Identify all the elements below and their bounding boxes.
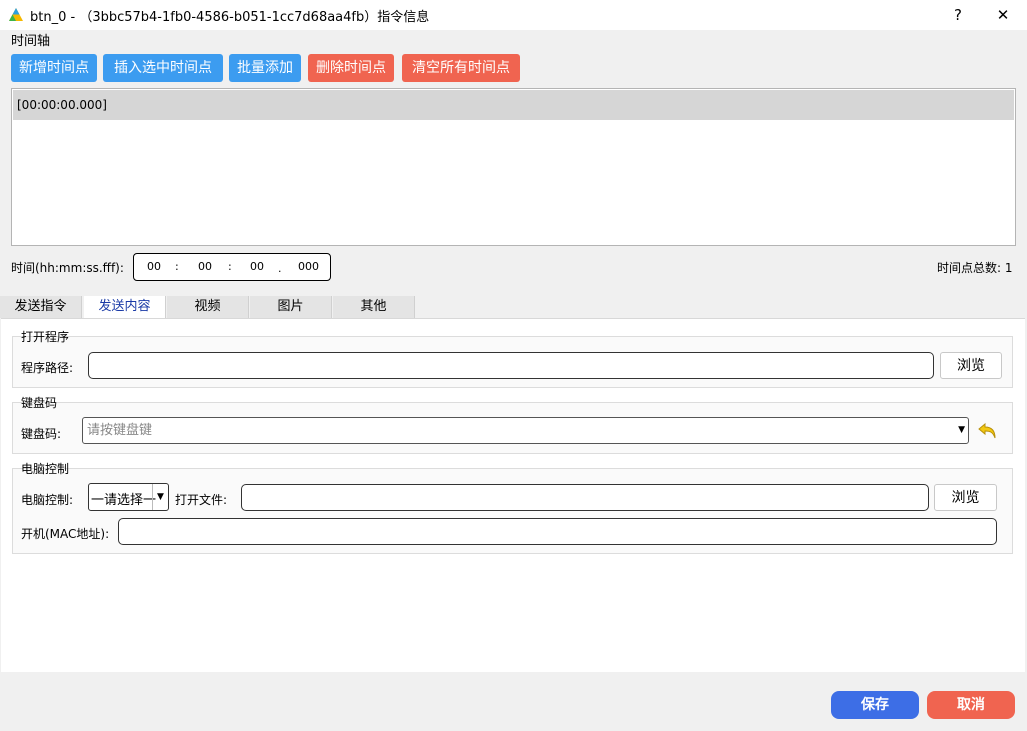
open-file-input[interactable] xyxy=(241,484,929,511)
time-separator: . xyxy=(278,262,282,275)
time-separator: : xyxy=(228,260,232,273)
timeline-section-label: 时间轴 xyxy=(11,34,51,49)
chevron-down-icon: ▼ xyxy=(958,425,965,435)
pc-control-title: 电脑控制 xyxy=(21,462,70,476)
open-program-title: 打开程序 xyxy=(21,330,70,344)
tab-video[interactable]: 视频 xyxy=(167,296,249,318)
cancel-button[interactable]: 取消 xyxy=(927,691,1015,719)
program-path-input[interactable] xyxy=(88,352,934,379)
undo-icon[interactable] xyxy=(976,419,1000,443)
list-item[interactable]: [00:00:00.000] xyxy=(13,90,1014,120)
tab-other[interactable]: 其他 xyxy=(333,296,415,318)
time-minutes[interactable]: 00 xyxy=(198,260,212,273)
tab-image[interactable]: 图片 xyxy=(250,296,332,318)
mac-address-input[interactable] xyxy=(118,518,997,545)
add-timepoint-button[interactable]: 新增时间点 xyxy=(11,54,97,82)
title-bar: btn_0 - （3bbc57b4-1fb0-4586-b051-1cc7d68… xyxy=(0,0,1027,30)
time-input[interactable]: 00 : 00 : 00 . 000 xyxy=(133,253,331,281)
pc-control-select[interactable]: 一请选择一 ▼ xyxy=(88,483,169,511)
program-browse-button[interactable]: 浏览 xyxy=(940,352,1002,379)
time-milliseconds[interactable]: 000 xyxy=(298,260,319,273)
program-path-label: 程序路径: xyxy=(21,361,74,375)
send-content-panel: 打开程序 程序路径: 浏览 键盘码 键盘码: 请按键盘键 ▼ 电脑控制 电脑控制… xyxy=(1,318,1025,672)
keyboard-code-combo[interactable]: 请按键盘键 ▼ xyxy=(82,417,969,444)
pc-control-select-value: 一请选择一 xyxy=(91,493,157,508)
chevron-down-icon: ▼ xyxy=(152,484,168,510)
batch-add-button[interactable]: 批量添加 xyxy=(229,54,301,82)
delete-timepoint-button[interactable]: 删除时间点 xyxy=(308,54,394,82)
pc-control-label: 电脑控制: xyxy=(21,493,74,507)
tab-send-command[interactable]: 发送指令 xyxy=(0,296,82,318)
time-hours[interactable]: 00 xyxy=(147,260,161,273)
help-button[interactable]: ? xyxy=(944,4,972,26)
time-separator: : xyxy=(175,260,179,273)
tab-bar: 发送指令 发送内容 视频 图片 其他 xyxy=(0,296,1027,318)
keyboard-code-placeholder: 请按键盘键 xyxy=(87,423,153,438)
open-file-browse-button[interactable]: 浏览 xyxy=(934,484,997,511)
save-button[interactable]: 保存 xyxy=(831,691,919,719)
window-title: btn_0 - （3bbc57b4-1fb0-4586-b051-1cc7d68… xyxy=(30,10,430,25)
keyboard-title: 键盘码 xyxy=(21,396,58,410)
timepoint-total: 时间点总数: 1 xyxy=(937,261,1013,275)
close-button[interactable]: ✕ xyxy=(989,4,1017,26)
tab-send-content[interactable]: 发送内容 xyxy=(84,296,166,318)
mac-address-label: 开机(MAC地址): xyxy=(21,527,110,541)
timepoint-list[interactable]: [00:00:00.000] xyxy=(11,88,1016,246)
time-seconds[interactable]: 00 xyxy=(250,260,264,273)
clear-timepoints-button[interactable]: 清空所有时间点 xyxy=(402,54,520,82)
time-label: 时间(hh:mm:ss.fff): xyxy=(11,261,124,275)
open-file-label: 打开文件: xyxy=(175,493,228,507)
keyboard-code-label: 键盘码: xyxy=(21,427,62,441)
app-logo-icon xyxy=(8,7,24,23)
insert-timepoint-button[interactable]: 插入选中时间点 xyxy=(103,54,223,82)
